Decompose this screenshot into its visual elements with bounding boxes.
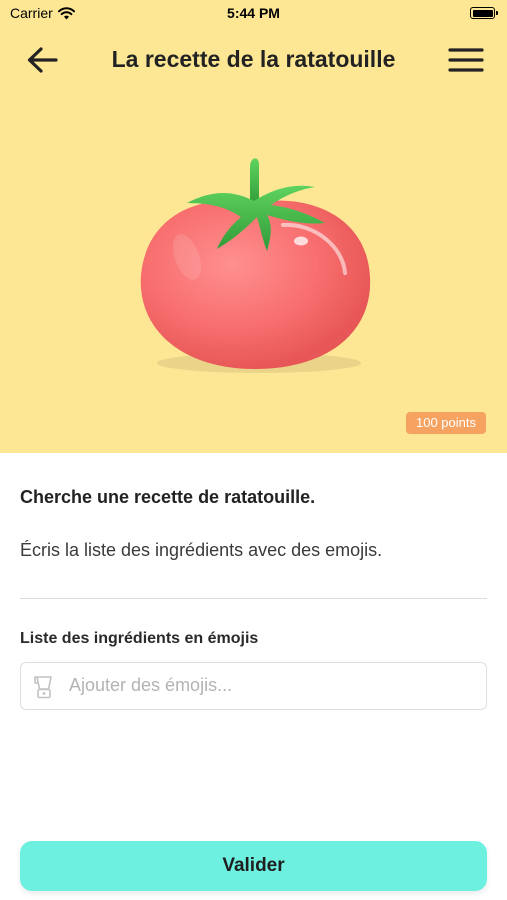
back-button[interactable]: [24, 42, 60, 78]
blender-icon: [34, 676, 52, 699]
clock: 5:44 PM: [227, 5, 280, 21]
ingredients-emoji-input[interactable]: [69, 663, 469, 708]
hero-banner: Carrier 5:44 PM La recette de la ratatou…: [0, 0, 507, 453]
battery-icon: [470, 7, 498, 19]
ingredients-field-label: Liste des ingrédients en émojis: [20, 630, 259, 647]
arrow-left-icon: [27, 47, 58, 73]
page-title: La recette de la ratatouille: [111, 46, 396, 72]
tomato-illustration: [140, 158, 371, 373]
navigation-bar: La recette de la ratatouille: [0, 36, 507, 84]
task-heading: Cherche une recette de ratatouille.: [20, 487, 316, 507]
menu-button[interactable]: [447, 42, 485, 78]
battery-level: [472, 9, 493, 17]
ingredients-field[interactable]: [20, 662, 487, 710]
hamburger-menu-icon: [448, 48, 484, 72]
status-bar: Carrier 5:44 PM: [0, 0, 507, 28]
divider: [20, 598, 487, 599]
task-instruction: Écris la liste des ingrédients avec des …: [20, 540, 383, 560]
points-badge: 100 points: [406, 412, 486, 434]
submit-button[interactable]: Valider: [20, 841, 487, 891]
